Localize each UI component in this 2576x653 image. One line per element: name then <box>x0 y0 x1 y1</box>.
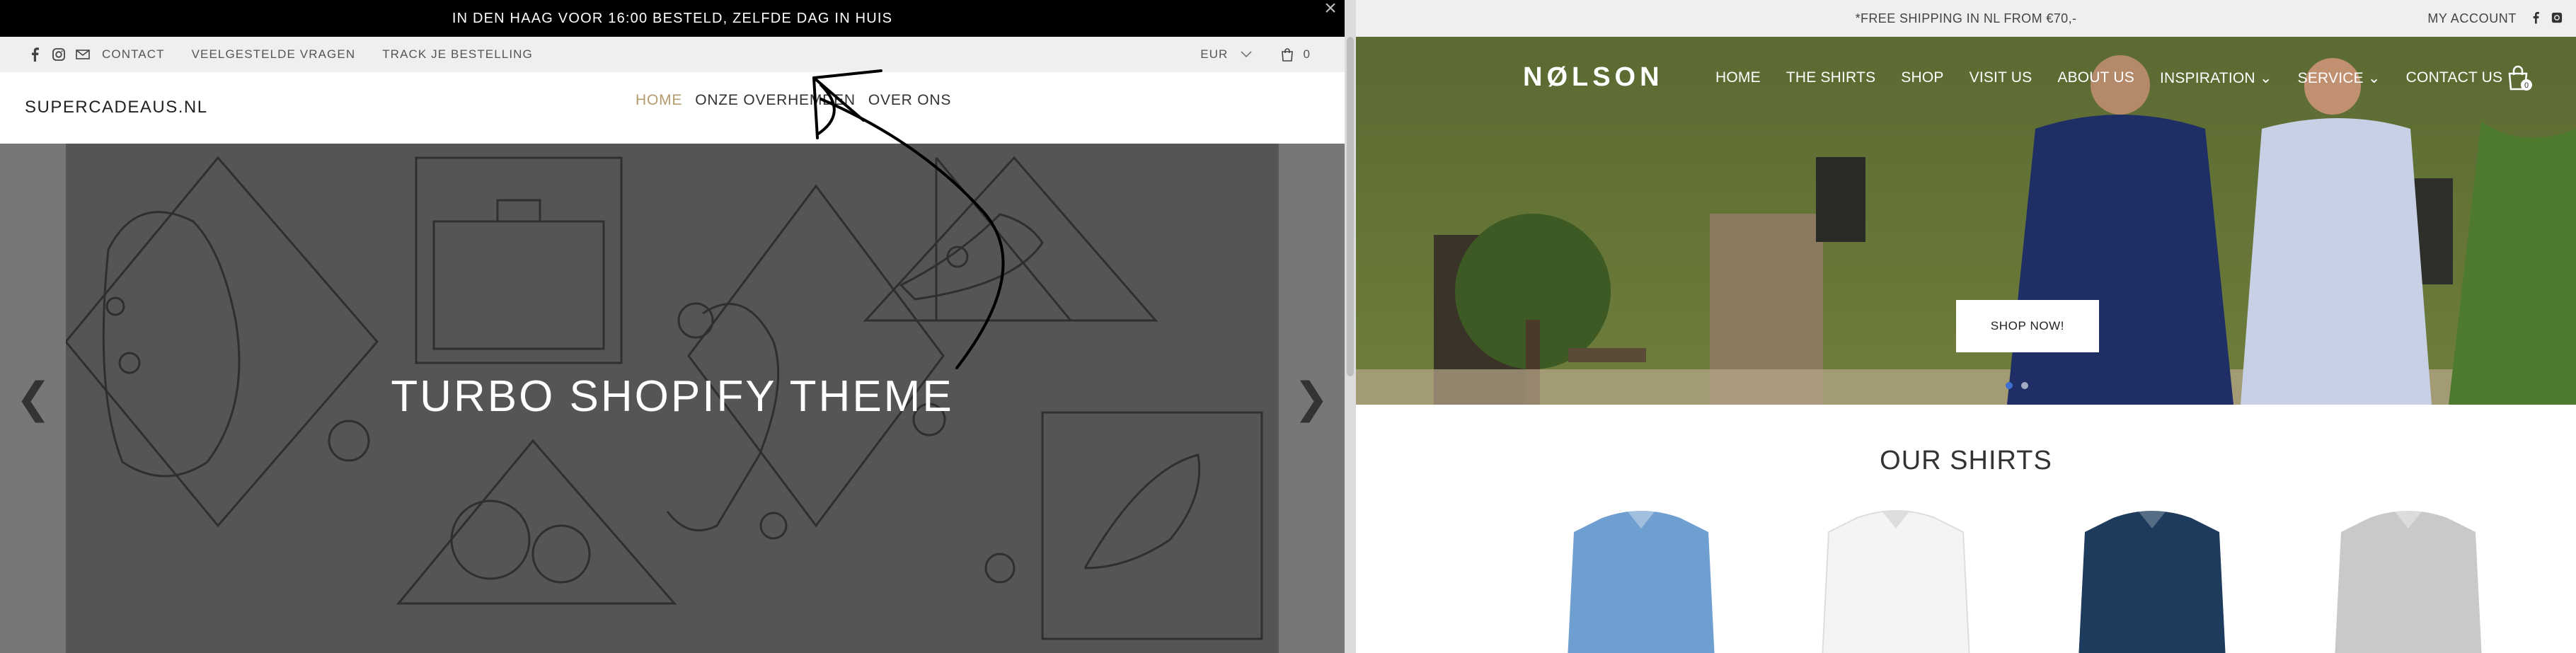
chevron-down-icon: ⌄ <box>2259 70 2272 86</box>
main-nav: HOME THE SHIRTS SHOP VISIT US ABOUT US I… <box>1715 69 2502 87</box>
shopping-bag-icon <box>1282 48 1294 62</box>
hero-title: TURBO SHOPIFY THEME <box>391 372 954 421</box>
email-icon[interactable] <box>75 47 91 62</box>
instagram-icon[interactable] <box>2549 10 2565 25</box>
site-header: SUPERCADEAUS.NL HOME ONZE OVERHEMDEN OVE… <box>0 72 1345 144</box>
close-icon[interactable]: × <box>1324 0 1338 19</box>
utility-bar: CONTACT VEELGESTELDE VRAGEN TRACK JE BES… <box>0 37 1345 72</box>
hero-slider: ❮ ❯ TURBO SHOPIFY THEME <box>0 144 1345 653</box>
utility-link-track-order[interactable]: TRACK JE BESTELLING <box>382 47 533 62</box>
my-account-link[interactable]: MY ACCOUNT <box>2427 11 2517 26</box>
shop-now-button[interactable]: SHOP NOW! <box>1956 300 2099 352</box>
shirt-product-image[interactable] <box>2327 504 2490 653</box>
nav-item-about[interactable]: OVER ONS <box>868 92 951 109</box>
shopping-bag-icon[interactable]: 0 <box>2505 64 2534 92</box>
left-browser-pane: IN DEN HAAG VOOR 16:00 BESTELD, ZELFDE D… <box>0 0 1345 653</box>
nav-item-visit-us[interactable]: VISIT US <box>1970 69 2032 87</box>
right-browser-pane: *FREE SHIPPING IN NL FROM €70,- MY ACCOU… <box>1356 0 2576 653</box>
nav-item-shop[interactable]: SHOP <box>1901 69 1943 87</box>
currency-value: EUR <box>1200 47 1229 61</box>
utility-link-contact[interactable]: CONTACT <box>102 47 165 62</box>
nav-item-the-shirts[interactable]: THE SHIRTS <box>1786 69 1875 87</box>
main-nav: HOME ONZE OVERHEMDEN OVER ONS <box>636 92 951 109</box>
nav-item-shirts[interactable]: ONZE OVERHEMDEN <box>695 92 856 109</box>
slider-dots <box>2006 382 2028 389</box>
announcement-bar: IN DEN HAAG VOOR 16:00 BESTELD, ZELFDE D… <box>0 0 1345 37</box>
scrollbar-thumb[interactable] <box>1347 37 1354 376</box>
nav-item-about-us[interactable]: ABOUT US <box>2057 69 2134 87</box>
section-title: OUR SHIRTS <box>1880 446 2052 475</box>
chevron-down-icon: ⌄ <box>2367 70 2381 86</box>
cart-count: 0 <box>2524 81 2529 90</box>
instagram-icon[interactable] <box>51 47 67 62</box>
announcement-text: IN DEN HAAG VOOR 16:00 BESTELD, ZELFDE D… <box>452 10 893 26</box>
site-logo[interactable]: SUPERCADEAUS.NL <box>25 98 208 117</box>
shirt-product-image[interactable] <box>2071 504 2233 653</box>
facebook-icon[interactable] <box>27 47 42 62</box>
slider-dot-active[interactable] <box>2006 382 2013 389</box>
chevron-down-icon <box>1241 51 1253 58</box>
cart-link[interactable]: 0 <box>1280 47 1311 62</box>
currency-selector[interactable]: EUR <box>1200 47 1253 62</box>
hero-banner: NØLSON HOME THE SHIRTS SHOP VISIT US ABO… <box>1356 37 2576 405</box>
nav-item-home[interactable]: HOME <box>636 92 682 109</box>
pane-scrollbar[interactable] <box>1345 0 1356 653</box>
shirt-product-image[interactable] <box>1560 504 1723 653</box>
free-shipping-text: *FREE SHIPPING IN NL FROM €70,- <box>1855 11 2077 25</box>
nav-item-home[interactable]: HOME <box>1715 69 1761 87</box>
cart-count: 0 <box>1303 47 1311 61</box>
nav-item-inspiration[interactable]: INSPIRATION ⌄ <box>2160 69 2272 87</box>
shirt-grid <box>1356 504 2576 653</box>
slider-dot[interactable] <box>2021 382 2028 389</box>
facebook-icon[interactable] <box>2528 10 2543 25</box>
nav-item-contact-us[interactable]: CONTACT US <box>2406 69 2503 87</box>
shirt-product-image[interactable] <box>1815 504 1977 653</box>
nolson-logo[interactable]: NØLSON <box>1523 62 1664 93</box>
nav-item-service[interactable]: SERVICE ⌄ <box>2298 69 2381 87</box>
promo-bar: *FREE SHIPPING IN NL FROM €70,- MY ACCOU… <box>1356 0 2576 37</box>
utility-link-faq[interactable]: VEELGESTELDE VRAGEN <box>192 47 356 62</box>
